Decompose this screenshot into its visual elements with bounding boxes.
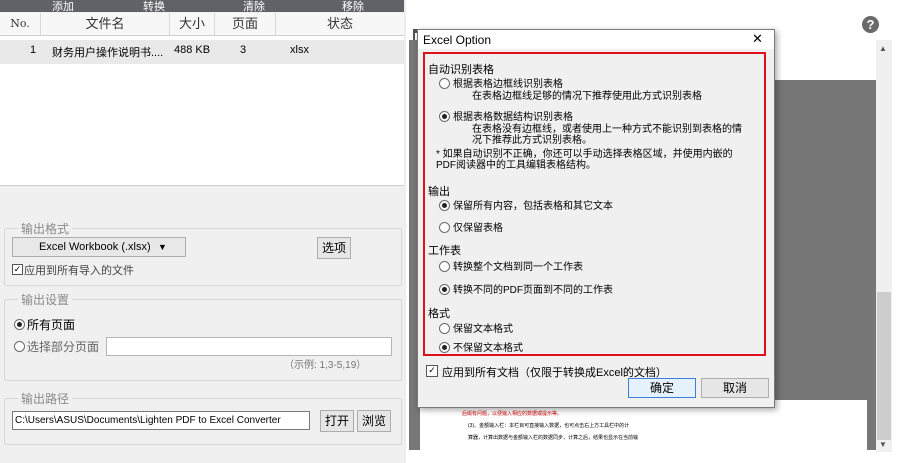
ws-single-label: 转换整个文档到同一个工作表 xyxy=(453,262,583,273)
keep-format-radio[interactable] xyxy=(439,323,450,334)
output-path-value: C:\Users\ASUS\Documents\Lighten PDF to E… xyxy=(15,415,281,426)
page-line: (3)、金额输入栏：本栏目可直接输入数据，也可点击右上方工具栏中的计 xyxy=(468,423,630,429)
scroll-up-icon[interactable]: ▲ xyxy=(879,44,887,53)
keep-format-label: 保留文本格式 xyxy=(453,324,513,335)
row-no: 1 xyxy=(30,44,37,56)
keep-tables-label: 仅保留表格 xyxy=(453,223,503,234)
output-section-label: 输出 xyxy=(428,186,450,198)
manual-note-2: PDF阅读器中的工具编辑表格结构。 xyxy=(436,160,596,171)
ws-multi-label: 转换不同的PDF页面到不同的工作表 xyxy=(453,285,613,296)
all-pages-label: 所有页面 xyxy=(27,318,76,332)
keep-tables-radio[interactable] xyxy=(439,222,450,233)
select-pages-radio[interactable] xyxy=(14,341,25,352)
remove-button[interactable]: 移除 xyxy=(342,0,364,14)
scroll-thumb[interactable] xyxy=(877,292,891,440)
converter-panel: 添加 转换 清除 移除 No. 文件名 大小 页面 状态 1 财务用户操作说明书… xyxy=(0,0,404,463)
format-section-label: 格式 xyxy=(428,308,450,320)
vertical-scrollbar[interactable]: ▲ ▼ xyxy=(876,40,892,452)
excel-option-dialog: Excel Option ✕ 自动识别表格 根据表格边框线识别表格 在表格边框线… xyxy=(417,29,775,408)
page-line: 算器，计算出数据与金额输入栏的数据同步，计算之后，结果也显示在当前输 xyxy=(468,435,639,441)
close-icon[interactable]: ✕ xyxy=(752,31,763,47)
apply-all-label: 应用到所有导入的文件 xyxy=(24,265,134,277)
scroll-down-icon[interactable]: ▼ xyxy=(879,440,887,449)
select-pages-label: 选择部分页面 xyxy=(27,340,100,354)
col-header-name[interactable]: 文件名 xyxy=(41,13,170,36)
col-header-size[interactable]: 大小 xyxy=(170,13,215,36)
keep-all-radio[interactable] xyxy=(439,200,450,211)
open-button[interactable]: 打开 xyxy=(320,410,354,432)
structure-detect-radio[interactable] xyxy=(439,111,450,122)
file-table: No. 文件名 大小 页面 状态 1 财务用户操作说明书.... 488 KB … xyxy=(0,13,404,186)
page-line: 后缀有问题，以便输入相应的数据或提示等。 xyxy=(462,411,563,417)
col-header-pages[interactable]: 页面 xyxy=(215,13,276,36)
dialog-titlebar: Excel Option ✕ xyxy=(418,30,774,49)
structure-detect-desc2: 况下推荐此方式识别表格。 xyxy=(472,135,592,146)
help-icon[interactable]: ? xyxy=(862,16,879,33)
page-range-example: （示例: 1,3-5,19） xyxy=(284,360,367,371)
browse-button[interactable]: 浏览 xyxy=(357,410,391,432)
page-range-input[interactable] xyxy=(106,337,392,356)
keep-all-label: 保留所有内容，包括表格和其它文本 xyxy=(453,201,613,212)
format-value: Excel Workbook (.xlsx) xyxy=(39,241,151,253)
table-row[interactable]: 1 财务用户操作说明书.... 488 KB 3 xlsx xyxy=(0,40,404,64)
ws-single-radio[interactable] xyxy=(439,261,450,272)
output-path-label: 输出路径 xyxy=(18,390,73,407)
toolbar: 添加 转换 清除 移除 xyxy=(0,0,404,14)
border-detect-desc: 在表格边框线足够的情况下推荐使用此方式识别表格 xyxy=(472,91,702,102)
col-header-status[interactable]: 状态 xyxy=(276,13,404,36)
output-format-label: 输出格式 xyxy=(18,220,73,237)
options-button[interactable]: 选项 xyxy=(317,237,351,259)
row-pages: 3 xyxy=(240,44,247,56)
row-status: xlsx xyxy=(290,44,309,56)
chevron-down-icon: ▼ xyxy=(158,242,167,252)
cancel-button[interactable]: 取消 xyxy=(701,378,769,398)
row-filename: 财务用户操作说明书.... xyxy=(52,47,164,59)
add-button[interactable]: 添加 xyxy=(52,0,74,14)
dialog-title: Excel Option xyxy=(423,33,492,47)
all-pages-radio[interactable] xyxy=(14,319,25,330)
ws-multi-radio[interactable] xyxy=(439,284,450,295)
convert-button[interactable]: 转换 xyxy=(143,0,165,14)
clear-button[interactable]: 清除 xyxy=(243,0,265,14)
col-header-no[interactable]: No. xyxy=(0,13,41,36)
apply-all-checkbox[interactable]: ✓ xyxy=(12,264,23,275)
output-settings-label: 输出设置 xyxy=(18,291,73,308)
apply-all-docs-checkbox[interactable]: ✓ xyxy=(426,365,438,377)
no-format-radio[interactable] xyxy=(439,342,450,353)
row-size: 488 KB xyxy=(174,44,211,56)
worksheet-section-label: 工作表 xyxy=(428,245,461,257)
ok-button[interactable]: 确定 xyxy=(628,378,696,398)
border-detect-radio[interactable] xyxy=(439,78,450,89)
output-path-field[interactable]: C:\Users\ASUS\Documents\Lighten PDF to E… xyxy=(12,411,310,430)
no-format-label: 不保留文本格式 xyxy=(453,343,523,354)
format-dropdown[interactable]: Excel Workbook (.xlsx) ▼ xyxy=(12,237,186,257)
